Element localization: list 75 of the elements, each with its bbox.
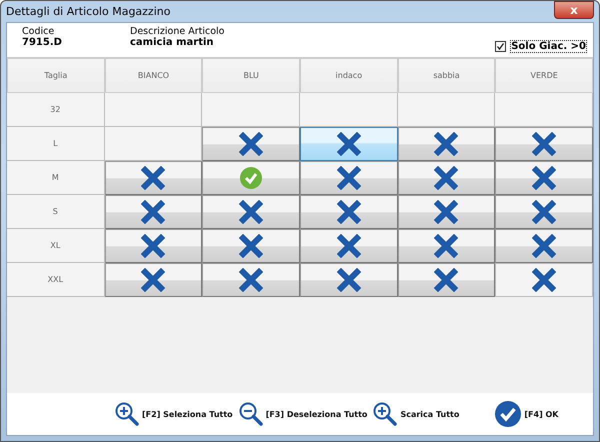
checkbox-label[interactable]: Solo Giac. >0 <box>510 40 587 53</box>
zoom-in-icon <box>373 402 398 426</box>
column-header: BIANCO <box>104 58 202 93</box>
cross-icon <box>239 132 264 156</box>
cell-button[interactable] <box>300 229 398 263</box>
cell-button[interactable] <box>398 263 496 297</box>
cross-icon <box>239 200 264 224</box>
toolbar-button[interactable]: Scarica Tutto <box>373 402 460 426</box>
cross-icon <box>434 132 458 156</box>
cross-icon <box>141 234 166 258</box>
window-title: Dettagli di Articolo Magazzino <box>6 5 170 18</box>
cell-button[interactable] <box>104 195 202 229</box>
cell-button[interactable] <box>300 195 398 229</box>
field-value: camicia martin <box>130 37 215 48</box>
cell-button[interactable] <box>398 127 496 161</box>
row-header: XL <box>7 229 105 263</box>
cell-button[interactable] <box>495 229 593 263</box>
cross-icon <box>336 268 361 292</box>
cross-icon <box>336 234 361 258</box>
cross-icon <box>532 268 556 292</box>
cross-icon <box>141 200 166 224</box>
cell-button[interactable] <box>202 127 300 161</box>
toolbar-button[interactable]: [F3] Deseleziona Tutto <box>238 402 368 426</box>
cross-icon <box>532 132 556 156</box>
cell-button[interactable] <box>398 195 496 229</box>
checkbox[interactable] <box>495 41 506 52</box>
toolbar-button[interactable]: [F4] OK <box>495 401 559 427</box>
toolbar-button[interactable]: [F2] Seleziona Tutto <box>115 402 233 426</box>
cell-button[interactable] <box>398 229 496 263</box>
cross-icon <box>239 234 264 258</box>
column-header: sabbia <box>398 58 496 93</box>
cross-icon <box>336 132 361 156</box>
cross-icon <box>336 200 361 224</box>
cell-button[interactable] <box>104 161 202 195</box>
cross-icon <box>141 268 166 292</box>
zoom-out-icon <box>238 402 263 426</box>
cell-button[interactable] <box>398 161 496 195</box>
cross-icon <box>141 166 166 190</box>
cross-icon <box>532 166 556 190</box>
column-header: VERDE <box>495 58 593 93</box>
cell-button[interactable] <box>300 161 398 195</box>
cross-icon <box>434 166 458 190</box>
cross-icon <box>434 200 458 224</box>
row-header: 32 <box>7 93 105 127</box>
check-icon <box>240 167 262 189</box>
row-header: M <box>7 161 105 195</box>
cross-icon <box>532 234 556 258</box>
cell-button[interactable] <box>104 229 202 263</box>
cross-icon <box>434 268 458 292</box>
cell-button[interactable] <box>104 263 202 297</box>
cell-button[interactable] <box>202 263 300 297</box>
field-label: Descrizione Articolo <box>130 26 226 37</box>
cell-button[interactable] <box>300 263 398 297</box>
cross-icon <box>532 200 556 224</box>
ok-icon <box>495 401 522 427</box>
zoom-in-icon <box>115 402 139 426</box>
cell-button[interactable] <box>202 229 300 263</box>
cell-button[interactable] <box>495 161 593 195</box>
cell-button[interactable] <box>495 263 593 297</box>
cross-icon <box>239 268 264 292</box>
field-value: 7915.D <box>22 37 63 48</box>
cell-button[interactable] <box>202 195 300 229</box>
row-header: XXL <box>7 263 105 297</box>
field-label: Codice <box>22 26 56 37</box>
row-header: L <box>7 127 105 161</box>
column-header: Taglia <box>7 58 105 93</box>
cell-button[interactable] <box>495 127 593 161</box>
column-header: indaco <box>300 58 398 93</box>
row-header: S <box>7 195 105 229</box>
cross-icon <box>336 166 361 190</box>
column-header: BLU <box>202 58 300 93</box>
cell-button[interactable] <box>202 161 300 195</box>
cross-icon <box>434 234 458 258</box>
cell-button[interactable] <box>300 127 398 161</box>
cell-button[interactable] <box>495 195 593 229</box>
